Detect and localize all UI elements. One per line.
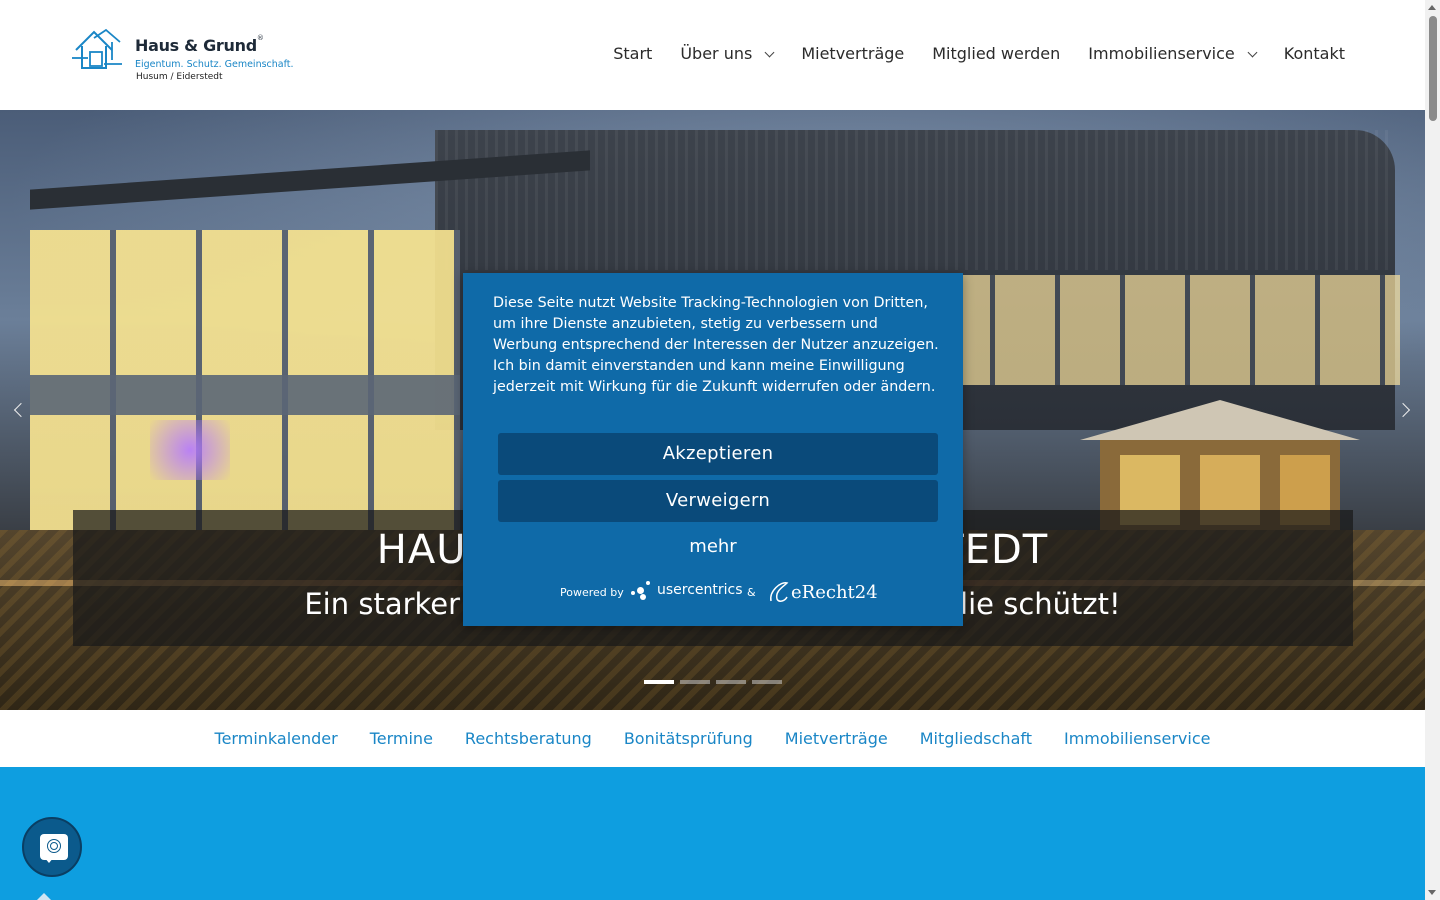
consent-text: Diese Seite nutzt Website Tracking-Techn…	[493, 295, 939, 395]
quick-link-rechtsberatung[interactable]: Rechtsberatung	[465, 729, 592, 748]
house-logo-icon	[72, 28, 122, 69]
nav-mietvertraege[interactable]: Mietverträge	[801, 44, 904, 63]
quick-links-bar: Terminkalender Termine Rechtsberatung Bo…	[0, 710, 1425, 767]
nav-start[interactable]: Start	[613, 44, 652, 63]
scroll-down-icon[interactable]	[1428, 890, 1436, 895]
slider-dot-1[interactable]	[644, 680, 674, 684]
slider-dot-4[interactable]	[752, 680, 782, 684]
logo-name: Haus & Grund®	[135, 34, 264, 55]
nav-mitglied-werden[interactable]: Mitglied werden	[932, 44, 1060, 63]
chevron-down-icon	[1247, 47, 1258, 57]
powered-by-label: Powered by	[560, 586, 624, 599]
nav-kontakt[interactable]: Kontakt	[1284, 44, 1345, 63]
logo-tagline: Eigentum. Schutz. Gemeinschaft.	[135, 59, 294, 70]
usercentrics-dots-icon	[631, 579, 655, 601]
nav-ueber-uns[interactable]: Über uns	[680, 44, 775, 63]
scroll-thumb[interactable]	[1429, 16, 1437, 121]
slider-dot-3[interactable]	[716, 680, 746, 684]
cookie-consent-dialog: Diese Seite nutzt Website Tracking-Techn…	[463, 273, 963, 626]
usercentrics-logo[interactable]: usercentrics	[631, 579, 743, 601]
privacy-chat-button[interactable]	[22, 817, 82, 877]
quick-link-termine[interactable]: Termine	[370, 729, 433, 748]
main-nav: Start Über uns Mietverträge Mitglied wer…	[585, 44, 1345, 63]
usercentrics-text: usercentrics	[657, 582, 743, 598]
scroll-up-icon[interactable]	[1428, 5, 1436, 10]
quick-link-bonitaetspruefung[interactable]: Bonitätsprüfung	[624, 729, 753, 748]
quick-link-mitgliedschaft[interactable]: Mitgliedschaft	[920, 729, 1032, 748]
quick-link-terminkalender[interactable]: Terminkalender	[215, 729, 338, 748]
chevron-down-icon	[764, 47, 775, 57]
accept-button[interactable]: Akzeptieren	[498, 433, 938, 475]
caret-up-icon	[36, 893, 52, 900]
blue-content-section	[0, 767, 1425, 900]
more-link[interactable]: mehr	[463, 536, 963, 557]
quick-link-immobilienservice[interactable]: Immobilienservice	[1064, 729, 1210, 748]
ampersand: &	[747, 586, 756, 599]
logo-location: Husum / Eiderstedt	[136, 72, 223, 82]
slider-dots	[644, 680, 782, 684]
erecht24-text: eRecht24	[791, 581, 878, 603]
erecht24-logo[interactable]: eRecht24	[767, 579, 878, 605]
logo[interactable]: Haus & Grund® Eigentum. Schutz. Gemeinsc…	[72, 26, 294, 86]
quick-link-mietvertraege[interactable]: Mietverträge	[785, 729, 888, 748]
page-scrollbar[interactable]	[1425, 0, 1440, 900]
deny-button[interactable]: Verweigern	[498, 480, 938, 522]
nav-immobilienservice[interactable]: Immobilienservice	[1088, 44, 1258, 63]
site-header: Haus & Grund® Eigentum. Schutz. Gemeinsc…	[0, 0, 1425, 110]
slider-dot-2[interactable]	[680, 680, 710, 684]
erecht24-swirl-icon	[770, 582, 789, 602]
